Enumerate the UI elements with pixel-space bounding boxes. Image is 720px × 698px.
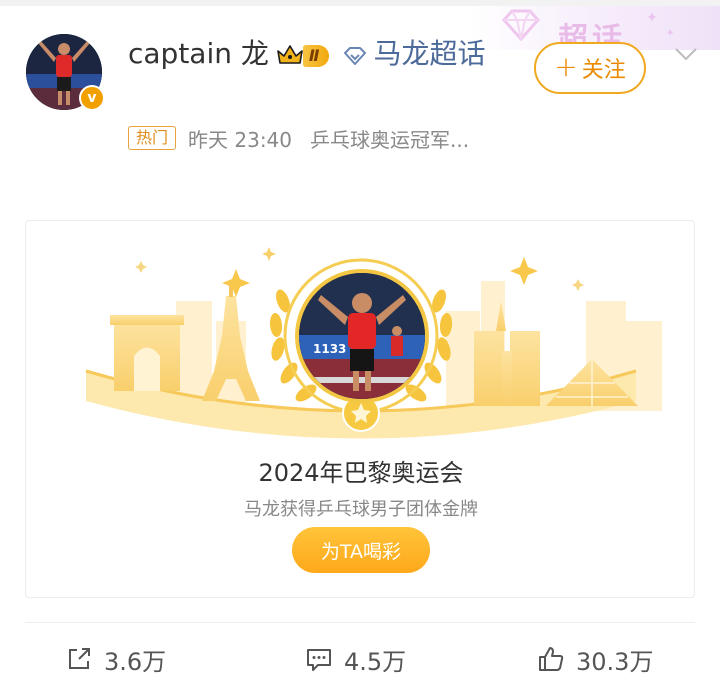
hot-tag: 热门 xyxy=(128,126,177,150)
like-count: 30.3万 xyxy=(576,647,654,676)
athlete-photo-image: 1133 xyxy=(299,273,425,399)
comment-count: 4.5万 xyxy=(344,647,407,676)
thumbs-up-icon xyxy=(539,647,564,671)
post-header-title: captain 龙 Ⅱ 马龙超话 xyxy=(128,34,528,112)
athlete-photo: 1133 xyxy=(295,269,429,403)
post-time: 昨天 23:40 xyxy=(188,127,293,152)
cheer-label: 为TA喝彩 xyxy=(320,540,402,563)
follow-label: 关注 xyxy=(581,58,626,83)
crown-icon xyxy=(277,45,303,64)
sparkle-icon: ✦ xyxy=(646,10,658,26)
share-icon xyxy=(69,648,90,669)
member-level-badge: Ⅱ xyxy=(302,45,330,67)
arena-banner-text: 1133 xyxy=(313,342,346,356)
comment-icon xyxy=(307,649,331,671)
repost-button[interactable]: 3.6万 xyxy=(64,640,166,678)
cheer-button[interactable]: 为TA喝彩 xyxy=(292,527,430,573)
card-subtitle: 马龙获得乒乓球男子团体金牌 xyxy=(244,499,478,520)
verified-badge-icon: v xyxy=(79,85,105,111)
chevron-down-icon[interactable] xyxy=(672,44,700,64)
supertopic-link[interactable]: 马龙超话 xyxy=(373,37,485,70)
sparkle-icon: ✦ xyxy=(666,28,675,39)
card-title: 2024年巴黎奥运会 xyxy=(258,459,464,487)
follow-button[interactable]: + 关注 xyxy=(534,42,646,94)
verified-mark: v xyxy=(87,90,97,106)
comment-button[interactable]: 4.5万 xyxy=(304,640,406,678)
divider xyxy=(25,622,695,623)
achievement-card[interactable]: 1133 2024年巴黎奥运会 马龙获得乒乓球男子团体金牌 为TA喝彩 xyxy=(25,220,695,598)
author-name[interactable]: captain 龙 xyxy=(128,37,269,70)
plus-icon: + xyxy=(554,50,578,83)
repost-count: 3.6万 xyxy=(104,647,167,676)
post-source[interactable]: 乒乓球奥运冠军... xyxy=(310,124,469,153)
like-button[interactable]: 30.3万 xyxy=(536,640,653,678)
post-meta: 热门 昨天 23:40 乒乓球奥运冠军... xyxy=(128,124,469,152)
supertopic-diamond-icon xyxy=(344,47,367,65)
